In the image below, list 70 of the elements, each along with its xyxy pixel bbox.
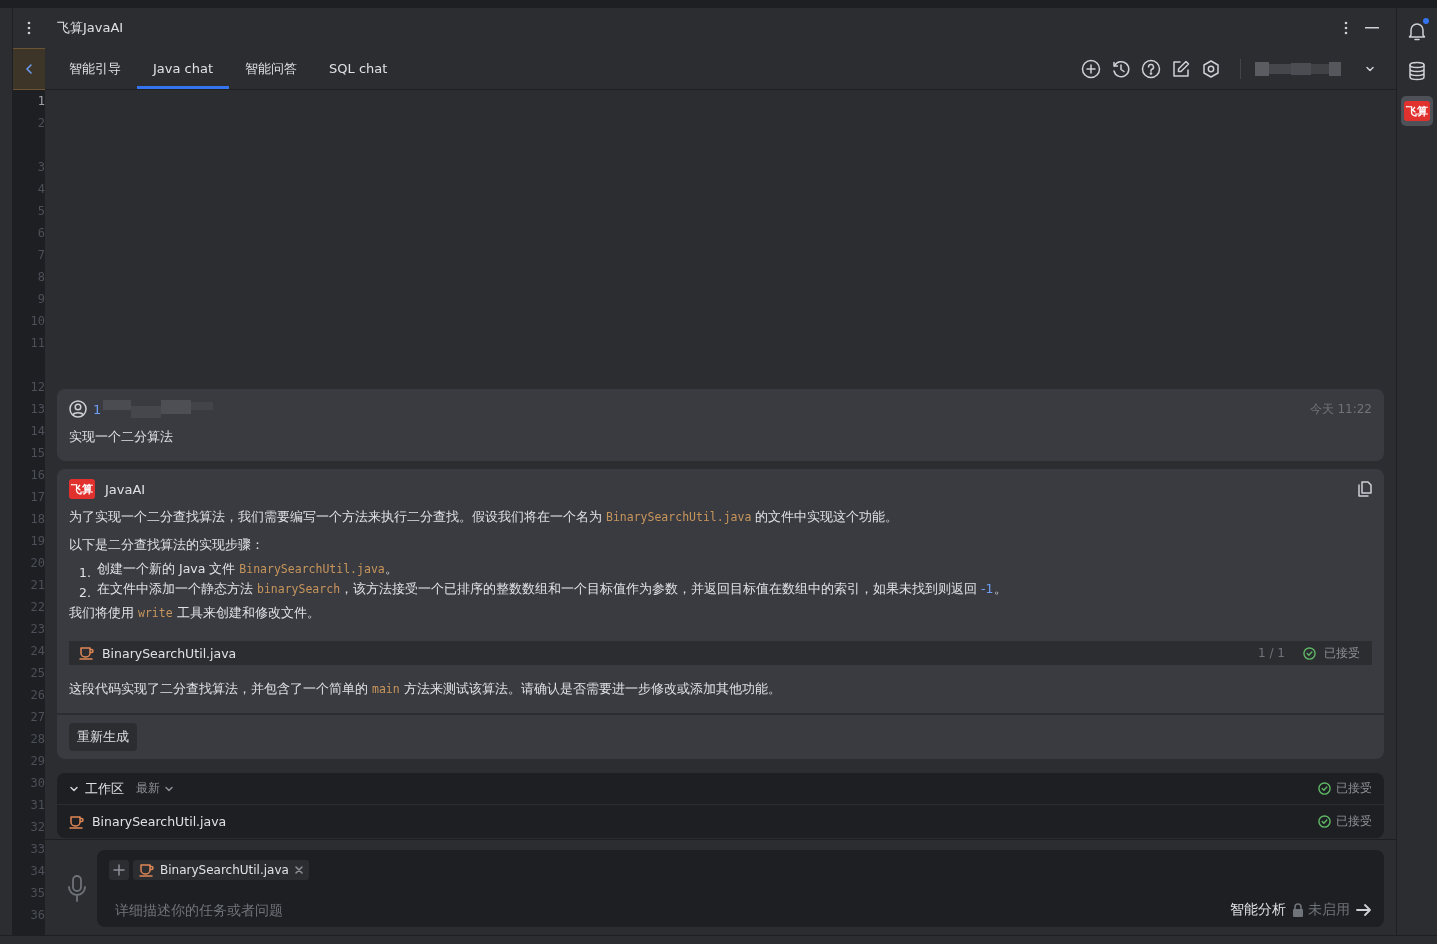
database-icon: [1408, 61, 1426, 81]
minimize-icon: [1365, 27, 1379, 29]
mode-state: 未启用: [1308, 901, 1350, 919]
chevron-left-icon: [25, 63, 33, 75]
check-circle-icon: [1303, 646, 1316, 660]
file-icon: [79, 646, 94, 660]
brand-logo: 飞算: [69, 479, 95, 499]
history-button[interactable]: [1111, 58, 1131, 79]
lock-icon: [1292, 903, 1304, 917]
workspace-toggle[interactable]: 工作区: [69, 779, 124, 798]
settings-icon: [1201, 58, 1221, 79]
file-icon: [69, 814, 84, 829]
tab[interactable]: Java chat: [137, 48, 230, 89]
add-context-button[interactable]: [109, 860, 129, 880]
bell-icon: [1408, 21, 1426, 41]
check-circle-icon: [1318, 815, 1331, 828]
file-chip[interactable]: BinarySearchUtil.java: [133, 860, 309, 880]
list-marker: 1.: [79, 565, 92, 580]
filter-dropdown[interactable]: 最新: [130, 780, 174, 797]
history-icon: [1111, 58, 1131, 79]
message-paragraph: 为了实现一个二分查找算法，我们需要编写一个方法来执行二分查找。假设我们将在一个名为 BinarySearchUtil.java 的文件中实现这个功能。: [69, 508, 900, 526]
regenerate-button[interactable]: 重新生成: [69, 723, 137, 751]
more-vertical-icon: [1344, 21, 1348, 35]
file-name[interactable]: BinarySearchUtil.java: [92, 814, 227, 829]
plus-circle-icon: [1081, 58, 1101, 79]
file-name: BinarySearchUtil.java: [102, 645, 237, 661]
user-avatar-icon: [69, 400, 87, 418]
user-name: 1: [93, 401, 102, 417]
user-message-text: 实现一个二分算法: [69, 428, 174, 446]
list-item-text: 在文件中添加一个静态方法 binarySearch，该方法接受一个已排序的整数数组和一个目标值作为参数，并返回目标值在数组中的索引，如果未找到则返回 -1。: [97, 580, 1007, 598]
list-item-text: 创建一个新的 Java 文件 BinarySearchUtil.java。: [97, 560, 398, 578]
new-chat-button[interactable]: [1081, 58, 1101, 79]
copy-button[interactable]: [1358, 481, 1372, 497]
check-circle-icon: [1318, 782, 1331, 795]
chip-label: BinarySearchUtil.java: [160, 863, 289, 877]
message-paragraph: 这段代码实现了二分查找算法，并包含了一个简单的 main 方法来测试该算法。请确认是否需要进一步修改或添加其他功能。: [69, 680, 782, 698]
more-vertical-icon[interactable]: [27, 21, 31, 35]
close-icon: [294, 866, 303, 874]
minimize-button[interactable]: [1365, 27, 1379, 29]
mode-label: 智能分析: [1230, 901, 1286, 919]
arrow-right-icon: [1356, 903, 1372, 917]
status-label: 已接受: [1336, 813, 1372, 830]
message-paragraph: 以下是二分查找算法的实现步骤：: [69, 536, 265, 554]
help-icon: [1141, 58, 1161, 79]
message-input[interactable]: 详细描述你的任务或者问题: [109, 902, 1230, 918]
window-title: 飞算JavaAI: [57, 19, 125, 37]
help-button[interactable]: [1141, 58, 1161, 79]
tab[interactable]: 智能引导: [53, 48, 137, 89]
file-bar[interactable]: BinarySearchUtil.java 1 / 1 已接受: [69, 641, 1372, 665]
settings-button[interactable]: [1201, 58, 1221, 79]
remove-chip-button[interactable]: [294, 866, 303, 874]
assistant-name: JavaAI: [105, 481, 146, 497]
edit-icon: [1171, 58, 1191, 79]
more-options-button[interactable]: [1344, 21, 1348, 35]
message-paragraph: 我们将使用 write 工具来创建和修改文件。: [69, 604, 321, 622]
microphone-icon: [66, 873, 88, 904]
status-label: 已接受: [1324, 644, 1360, 662]
tab[interactable]: 智能问答: [229, 48, 314, 89]
send-button[interactable]: [1356, 903, 1372, 917]
status-label: 已接受: [1336, 780, 1372, 797]
tab[interactable]: SQL chat: [313, 48, 404, 89]
change-count: 1 / 1: [1258, 646, 1285, 660]
line-number: 1: [36, 93, 45, 110]
chat-input-box[interactable]: BinarySearchUtil.java 详细描述你的任务或者问题 智能分析 未启用: [97, 850, 1384, 927]
microphone-button[interactable]: [66, 873, 88, 904]
edit-button[interactable]: [1171, 58, 1191, 79]
file-icon: [139, 863, 154, 877]
copy-icon: [1358, 481, 1372, 497]
list-marker: 2.: [79, 585, 92, 600]
plus-icon: [113, 864, 125, 876]
